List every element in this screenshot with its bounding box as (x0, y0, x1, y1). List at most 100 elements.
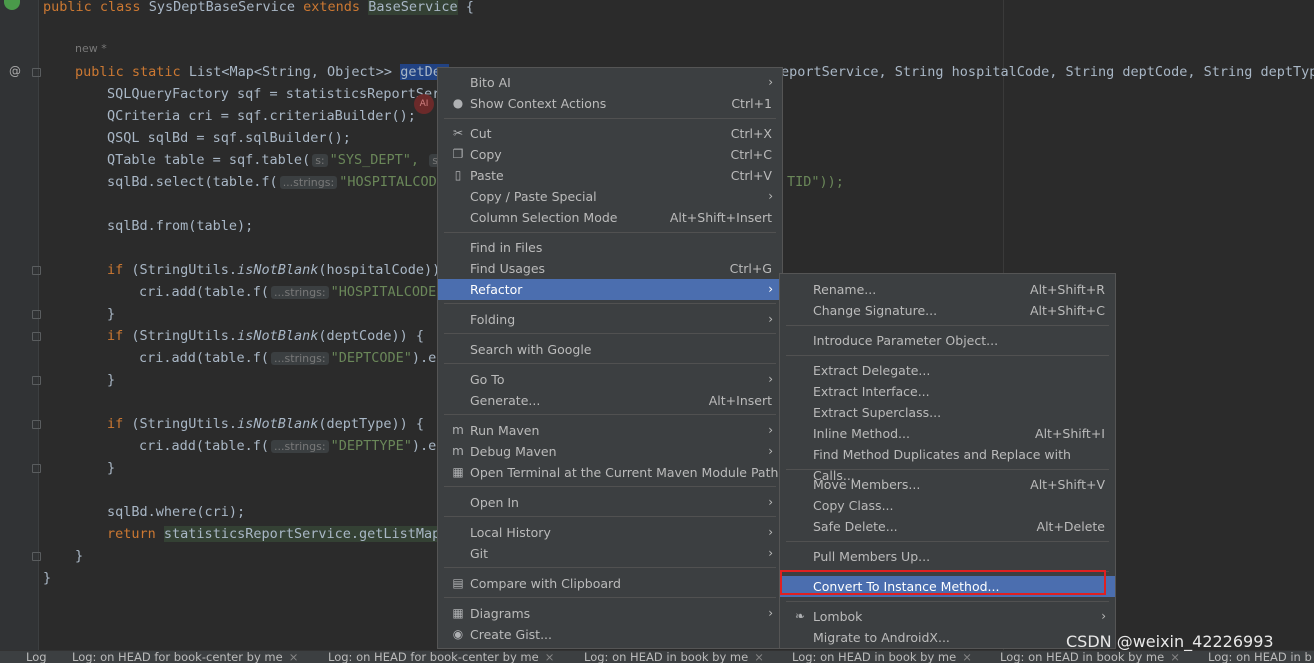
menu-item-copy-paste-special[interactable]: Copy / Paste Special › (438, 186, 782, 207)
menu-item-folding[interactable]: Folding › (438, 309, 782, 330)
fold-toggle-icon[interactable] (32, 266, 41, 275)
menu-item-shortcut: Ctrl+X (730, 126, 772, 141)
menu-item-label: Column Selection Mode (470, 210, 618, 225)
highlight-annotation-box (780, 570, 1106, 595)
code-line: sqlBd.where(cri); (107, 504, 246, 520)
menu-item-change-signature[interactable]: Change Signature... Alt+Shift+C (780, 300, 1115, 321)
tool-tab-4[interactable]: Log: on HEAD in book by me × (792, 650, 972, 663)
menu-separator (444, 597, 776, 598)
menu-item-shortcut: Alt+Shift+V (1030, 477, 1105, 492)
tool-tab-1[interactable]: Log: on HEAD for book-center by me × (72, 651, 299, 663)
menu-item-git[interactable]: Git › (438, 543, 782, 564)
tool-tab-2[interactable]: Log: on HEAD for book-center by me × (328, 651, 555, 663)
menu-item-label: Change Signature... (813, 303, 938, 318)
tool-tab-6[interactable]: Log: on HEAD in b× (1208, 651, 1314, 663)
tool-tab-5[interactable]: Log: on HEAD in book by me × (1000, 651, 1180, 663)
menu-item-label: Local History (470, 525, 551, 540)
menu-item-find-usages[interactable]: Find Usages Ctrl+G (438, 258, 782, 279)
code-line: sqlBd.select(table.f(...strings: "HOSPITA… (107, 174, 437, 190)
menu-item-find-method-duplicates-and-replace-with-calls[interactable]: Find Method Duplicates and Replace with … (780, 444, 1115, 483)
code-line: cri.add(table.f(...strings: "DEPTTYPE").e (139, 438, 437, 454)
menu-separator (786, 355, 1109, 356)
menu-item-local-history[interactable]: Local History › (438, 522, 782, 543)
menu-item-run-maven[interactable]: m Run Maven › (438, 420, 782, 441)
menu-item-generate[interactable]: Generate... Alt+Insert (438, 390, 782, 411)
menu-item-safe-delete[interactable]: Safe Delete... Alt+Delete (780, 516, 1115, 537)
menu-item-shortcut: Alt+Insert (708, 393, 772, 408)
menu-item-lombok[interactable]: ❧ Lombok › (780, 606, 1115, 627)
close-icon[interactable]: × (545, 651, 555, 663)
menu-item-bito-ai[interactable]: Bito AI › (438, 72, 782, 93)
close-icon[interactable]: × (754, 651, 764, 663)
menu-item-column-selection-mode[interactable]: Column Selection Mode Alt+Shift+Insert (438, 207, 782, 228)
method-signature-line: public static List<Map<String, Object>> … (75, 64, 449, 80)
tool-tab-0[interactable]: Log (26, 651, 47, 663)
menu-item-label: Rename... (813, 282, 877, 297)
chevron-right-icon: › (768, 423, 773, 437)
fold-toggle-icon[interactable] (32, 376, 41, 385)
code-line: if (StringUtils.isNotBlank(hospitalCode)… (107, 262, 441, 278)
fold-toggle-icon[interactable] (32, 420, 41, 429)
menu-item-open-terminal-at-the-current-maven-module-path[interactable]: ▦ Open Terminal at the Current Maven Modu… (438, 462, 782, 483)
chevron-right-icon: › (768, 606, 773, 620)
scissors-icon: ✂ (452, 126, 464, 140)
menu-separator (444, 516, 776, 517)
fold-toggle-icon[interactable] (32, 68, 41, 77)
menu-item-inline-method[interactable]: Inline Method... Alt+Shift+I (780, 423, 1115, 444)
menu-item-label: Migrate to AndroidX... (813, 630, 950, 645)
compare-icon: ▤ (452, 576, 464, 590)
tool-tab-label: Log: on HEAD in book by me (792, 650, 957, 663)
diagram-icon: ▦ (452, 606, 464, 620)
close-icon[interactable]: × (962, 651, 972, 663)
close-icon[interactable]: × (1170, 651, 1180, 663)
menu-item-introduce-parameter-object[interactable]: Introduce Parameter Object... (780, 330, 1115, 351)
menu-item-migrate-to-androidx[interactable]: Migrate to AndroidX... (780, 627, 1115, 648)
tool-tab-3[interactable]: Log: on HEAD in book by me × (584, 651, 764, 663)
chevron-right-icon: › (768, 444, 773, 458)
fold-toggle-icon[interactable] (32, 464, 41, 473)
code-line: sqlBd.from(table); (107, 218, 254, 234)
fold-toggle-icon[interactable] (32, 310, 41, 319)
menu-item-pull-members-up[interactable]: Pull Members Up... (780, 546, 1115, 567)
menu-item-compare-with-clipboard[interactable]: ▤ Compare with Clipboard (438, 573, 782, 594)
menu-item-extract-interface[interactable]: Extract Interface... (780, 381, 1115, 402)
menu-item-cut[interactable]: ✂ Cut Ctrl+X (438, 123, 782, 144)
menu-item-refactor[interactable]: Refactor › (438, 279, 782, 300)
menu-item-shortcut: Alt+Shift+I (1035, 426, 1105, 441)
menu-item-extract-superclass[interactable]: Extract Superclass... (780, 402, 1115, 423)
code-line: SQLQueryFactory sqf = statisticsReportSe… (107, 86, 449, 102)
maven-icon: m (452, 444, 464, 458)
github-icon: ◉ (452, 627, 464, 641)
menu-separator (444, 486, 776, 487)
menu-item-paste[interactable]: ▯ Paste Ctrl+V (438, 165, 782, 186)
menu-item-shortcut: Alt+Shift+C (1029, 303, 1105, 318)
menu-separator (444, 118, 776, 119)
copy-icon: ❐ (452, 147, 464, 161)
override-marker-icon[interactable]: @ (9, 64, 21, 78)
ai-assist-icon[interactable]: AI (414, 94, 434, 114)
menu-item-create-gist[interactable]: ◉ Create Gist... (438, 624, 782, 645)
menu-item-rename[interactable]: Rename... Alt+Shift+R (780, 279, 1115, 300)
menu-item-debug-maven[interactable]: m Debug Maven › (438, 441, 782, 462)
menu-item-find-in-files[interactable]: Find in Files (438, 237, 782, 258)
menu-item-label: Copy Class... (813, 498, 894, 513)
fold-toggle-icon[interactable] (32, 552, 41, 561)
close-icon[interactable]: × (289, 651, 299, 663)
menu-item-copy-class[interactable]: Copy Class... (780, 495, 1115, 516)
menu-item-diagrams[interactable]: ▦ Diagrams › (438, 603, 782, 624)
menu-item-label: Find Usages (470, 261, 546, 276)
menu-item-label: Diagrams (470, 606, 531, 621)
chevron-right-icon: › (768, 372, 773, 386)
menu-item-label: Show Context Actions (470, 96, 607, 111)
code-line: QCriteria cri = sqf.criteriaBuilder(); (107, 108, 416, 124)
menu-item-show-context-actions[interactable]: ● Show Context Actions Ctrl+1 (438, 93, 782, 114)
menu-item-search-with-google[interactable]: Search with Google (438, 339, 782, 360)
menu-item-label: Cut (470, 126, 492, 141)
menu-item-go-to[interactable]: Go To › (438, 369, 782, 390)
menu-item-move-members[interactable]: Move Members... Alt+Shift+V (780, 474, 1115, 495)
menu-item-extract-delegate[interactable]: Extract Delegate... (780, 360, 1115, 381)
menu-item-copy[interactable]: ❐ Copy Ctrl+C (438, 144, 782, 165)
clipboard-icon: ▯ (454, 168, 462, 182)
fold-toggle-icon[interactable] (32, 332, 41, 341)
menu-item-open-in[interactable]: Open In › (438, 492, 782, 513)
